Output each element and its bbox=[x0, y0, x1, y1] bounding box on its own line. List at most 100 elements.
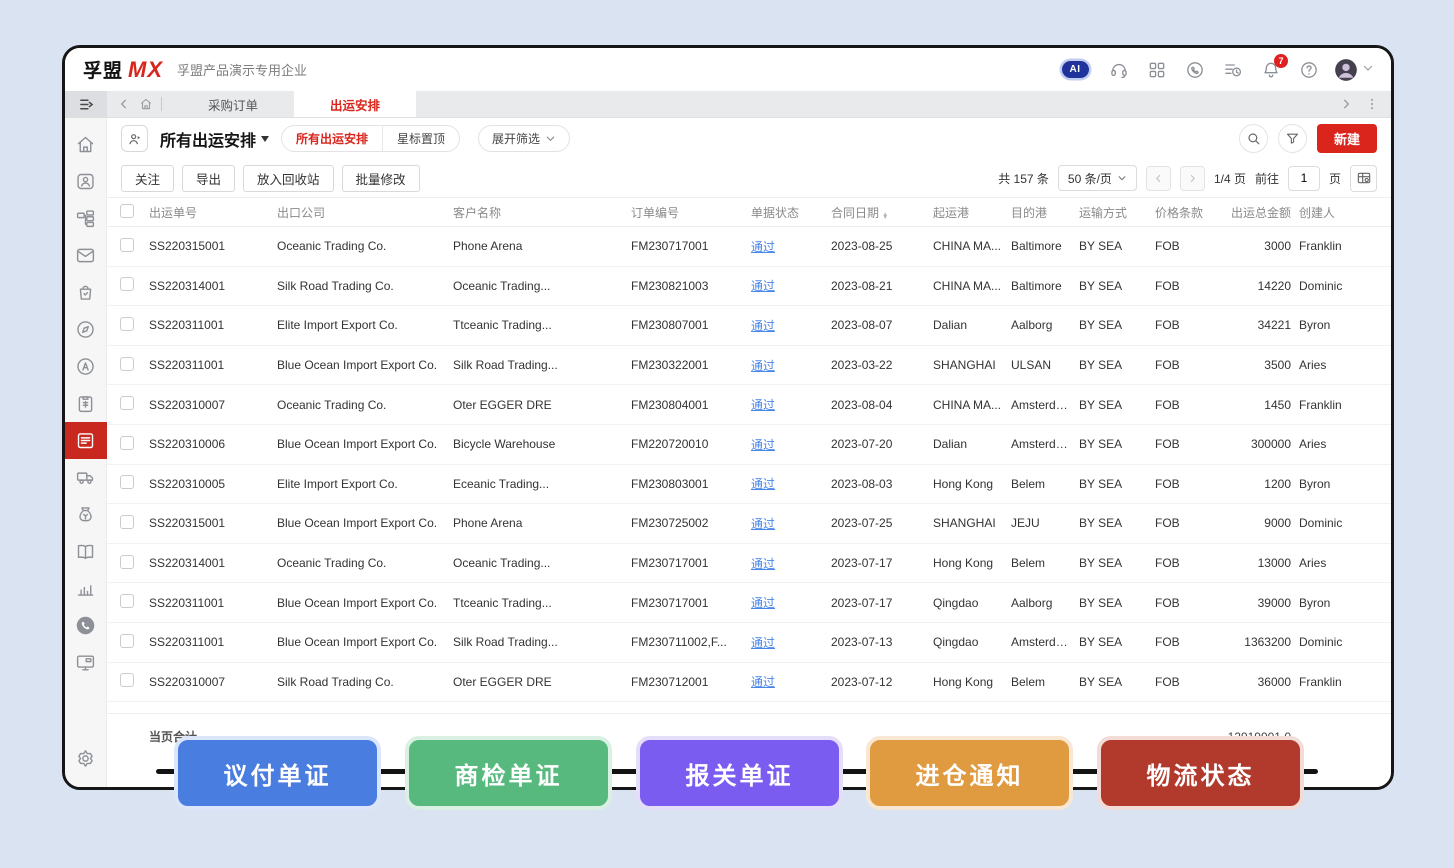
status-link[interactable]: 通过 bbox=[751, 477, 775, 491]
bulk-action-2[interactable]: 放入回收站 bbox=[243, 165, 334, 192]
row-checkbox[interactable] bbox=[120, 475, 134, 489]
cell-4[interactable]: 通过 bbox=[751, 594, 831, 611]
row-checkbox[interactable] bbox=[120, 277, 134, 291]
status-link[interactable]: 通过 bbox=[751, 636, 775, 650]
status-link[interactable]: 通过 bbox=[751, 596, 775, 610]
prev-page-button[interactable] bbox=[1146, 166, 1171, 191]
status-link[interactable]: 通过 bbox=[751, 359, 775, 373]
sidebar-item-circle-a[interactable] bbox=[65, 348, 107, 385]
status-link[interactable]: 通过 bbox=[751, 279, 775, 293]
table-row[interactable]: SS220310007Oceanic Trading Co.Oter EGGER… bbox=[107, 385, 1391, 425]
search-icon[interactable] bbox=[1239, 124, 1268, 153]
bulk-action-1[interactable]: 导出 bbox=[182, 165, 235, 192]
back-chevron-icon[interactable] bbox=[117, 97, 131, 111]
flow-button-0[interactable]: 议付单证 bbox=[174, 736, 381, 810]
cell-4[interactable]: 通过 bbox=[751, 396, 831, 413]
cell-4[interactable]: 通过 bbox=[751, 515, 831, 532]
sort-icon[interactable]: ▲▼ bbox=[882, 213, 888, 220]
table-row[interactable]: SS220311001Blue Ocean Import Export Co.T… bbox=[107, 583, 1391, 623]
cell-4[interactable]: 通过 bbox=[751, 673, 831, 690]
sidebar-item-whatsapp-filled[interactable] bbox=[65, 607, 107, 644]
sidebar-item-contact-card[interactable] bbox=[65, 163, 107, 200]
sidebar-item-bar-chart[interactable] bbox=[65, 570, 107, 607]
row-checkbox[interactable] bbox=[120, 673, 134, 687]
row-checkbox[interactable] bbox=[120, 515, 134, 529]
bulk-action-3[interactable]: 批量修改 bbox=[342, 165, 420, 192]
more-menu-icon[interactable] bbox=[1365, 97, 1379, 111]
forward-chevron-icon[interactable] bbox=[1339, 97, 1353, 111]
sidebar-item-compass[interactable] bbox=[65, 311, 107, 348]
row-checkbox[interactable] bbox=[120, 555, 134, 569]
flow-button-4[interactable]: 物流状态 bbox=[1097, 736, 1304, 810]
row-checkbox[interactable] bbox=[120, 357, 134, 371]
cell-4[interactable]: 通过 bbox=[751, 238, 831, 255]
sidebar-item-mail[interactable] bbox=[65, 237, 107, 274]
select-all-checkbox[interactable] bbox=[120, 204, 134, 218]
collapse-menu-icon[interactable] bbox=[65, 91, 107, 117]
task-list-icon[interactable] bbox=[1217, 54, 1249, 86]
tab-purchase-orders[interactable]: 采购订单 bbox=[172, 91, 294, 117]
sidebar-item-gear[interactable] bbox=[65, 740, 107, 777]
page-size-select[interactable]: 50 条/页 bbox=[1058, 165, 1137, 191]
sidebar-item-money-bag[interactable] bbox=[65, 496, 107, 533]
quick-filter-0[interactable]: 所有出运安排 bbox=[282, 126, 382, 151]
whatsapp-icon[interactable] bbox=[1179, 54, 1211, 86]
row-checkbox[interactable] bbox=[120, 634, 134, 648]
table-row[interactable]: SS220315001Blue Ocean Import Export Co.P… bbox=[107, 504, 1391, 544]
bell-icon[interactable]: 7 bbox=[1255, 54, 1287, 86]
flow-button-2[interactable]: 报关单证 bbox=[636, 736, 843, 810]
user-avatar-icon[interactable] bbox=[1331, 54, 1375, 86]
headset-icon[interactable] bbox=[1103, 54, 1135, 86]
cell-4[interactable]: 通过 bbox=[751, 634, 831, 651]
table-row[interactable]: SS220311001Blue Ocean Import Export Co.S… bbox=[107, 623, 1391, 663]
row-checkbox[interactable] bbox=[120, 317, 134, 331]
table-row[interactable]: SS220310005Elite Import Export Co.Eceani… bbox=[107, 465, 1391, 505]
ai-assistant-icon[interactable]: AI bbox=[1053, 54, 1097, 86]
table-row[interactable]: SS220310007Silk Road Trading Co.Oter EGG… bbox=[107, 663, 1391, 703]
filter-funnel-icon[interactable] bbox=[1278, 124, 1307, 153]
row-checkbox[interactable] bbox=[120, 396, 134, 410]
sidebar-item-monitor[interactable] bbox=[65, 644, 107, 681]
status-link[interactable]: 通过 bbox=[751, 438, 775, 452]
sidebar-item-open-book[interactable] bbox=[65, 533, 107, 570]
sidebar-item-clipboard-money[interactable] bbox=[65, 385, 107, 422]
bulk-action-0[interactable]: 关注 bbox=[121, 165, 174, 192]
table-row[interactable]: SS220311001Blue Ocean Import Export Co.S… bbox=[107, 346, 1391, 386]
view-selector[interactable]: 所有出运安排 bbox=[160, 127, 269, 151]
sidebar-item-document-list[interactable] bbox=[65, 422, 107, 459]
table-row[interactable]: SS220310006Blue Ocean Import Export Co.B… bbox=[107, 425, 1391, 465]
table-row[interactable]: SS220315001Oceanic Trading Co.Phone Aren… bbox=[107, 227, 1391, 267]
quick-filter-1[interactable]: 星标置顶 bbox=[382, 126, 459, 151]
goto-page-input[interactable] bbox=[1288, 166, 1320, 191]
assign-person-icon[interactable] bbox=[121, 125, 148, 152]
apps-grid-icon[interactable] bbox=[1141, 54, 1173, 86]
flow-button-1[interactable]: 商检单证 bbox=[405, 736, 612, 810]
cell-4[interactable]: 通过 bbox=[751, 436, 831, 453]
tab-shipping-arrangements[interactable]: 出运安排 bbox=[294, 91, 416, 117]
flow-button-3[interactable]: 进仓通知 bbox=[866, 736, 1073, 810]
sidebar-item-bag[interactable] bbox=[65, 274, 107, 311]
sidebar-item-truck[interactable] bbox=[65, 459, 107, 496]
status-link[interactable]: 通过 bbox=[751, 319, 775, 333]
sidebar-item-org-chart[interactable] bbox=[65, 200, 107, 237]
table-row[interactable]: SS220314001Silk Road Trading Co.Oceanic … bbox=[107, 267, 1391, 307]
sidebar-item-home[interactable] bbox=[65, 126, 107, 163]
create-new-button[interactable]: 新建 bbox=[1317, 124, 1377, 153]
row-checkbox[interactable] bbox=[120, 594, 134, 608]
home-tab-icon[interactable] bbox=[139, 97, 153, 111]
status-link[interactable]: 通过 bbox=[751, 240, 775, 254]
cell-4[interactable]: 通过 bbox=[751, 357, 831, 374]
status-link[interactable]: 通过 bbox=[751, 557, 775, 571]
cell-4[interactable]: 通过 bbox=[751, 555, 831, 572]
expand-filter-button[interactable]: 展开筛选 bbox=[478, 125, 570, 152]
cell-4[interactable]: 通过 bbox=[751, 317, 831, 334]
row-checkbox[interactable] bbox=[120, 436, 134, 450]
status-link[interactable]: 通过 bbox=[751, 517, 775, 531]
table-settings-icon[interactable] bbox=[1350, 165, 1377, 192]
cell-4[interactable]: 通过 bbox=[751, 475, 831, 492]
next-page-button[interactable] bbox=[1180, 166, 1205, 191]
status-link[interactable]: 通过 bbox=[751, 398, 775, 412]
table-row[interactable]: SS220314001Oceanic Trading Co.Oceanic Tr… bbox=[107, 544, 1391, 584]
table-row[interactable]: SS220311001Elite Import Export Co.Ttcean… bbox=[107, 306, 1391, 346]
help-icon[interactable] bbox=[1293, 54, 1325, 86]
